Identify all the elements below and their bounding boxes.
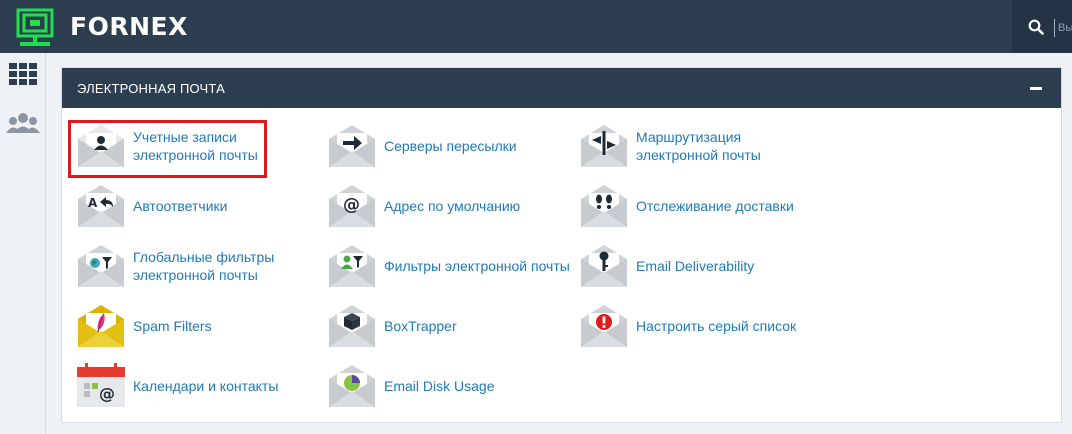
at-envelope-icon: @ — [329, 185, 375, 227]
svg-text:A: A — [88, 196, 98, 210]
svg-text:@: @ — [343, 195, 360, 215]
item-label[interactable]: Отслеживание доставки — [636, 179, 826, 233]
boxtrapper-item[interactable]: BoxTrapper — [327, 299, 567, 353]
svg-text:@: @ — [99, 384, 115, 403]
pie-envelope-icon — [329, 365, 375, 407]
item-label[interactable]: Фильтры электронной почты — [384, 239, 574, 293]
delivery-tracking-item[interactable]: Отслеживание доставки — [579, 179, 819, 233]
brand-name[interactable]: FORNEX — [70, 12, 188, 41]
global-filters-item[interactable]: Глобальные фильтры электронной почты — [76, 239, 316, 293]
calendars-item[interactable]: @ Календари и контакты — [76, 359, 316, 413]
users-icon — [6, 113, 40, 133]
panel-header: ЭЛЕКТРОННАЯ ПОЧТА — [62, 68, 1061, 108]
spam-filters-item[interactable]: Spam Filters — [76, 299, 316, 353]
alert-envelope-icon — [581, 305, 627, 347]
email-filters-item[interactable]: Фильтры электронной почты — [327, 239, 570, 293]
item-label[interactable]: Учетные записи электронной почты — [133, 119, 323, 173]
sidebar-item-tools[interactable] — [5, 59, 41, 91]
globe-filter-envelope-icon — [78, 245, 124, 287]
default-address-item[interactable]: @ Адрес по умолчанию — [327, 179, 567, 233]
email-routing-item[interactable]: Маршрутизация электронной почты — [579, 119, 819, 173]
disk-usage-item[interactable]: Email Disk Usage — [327, 359, 567, 413]
item-label[interactable]: Spam Filters — [133, 299, 323, 353]
box-envelope-icon — [329, 305, 375, 347]
sidebar — [0, 53, 46, 434]
footprints-envelope-icon — [581, 185, 627, 227]
item-label[interactable]: Email Deliverability — [636, 239, 826, 293]
arrow-envelope-icon — [329, 125, 375, 167]
feather-envelope-icon — [78, 305, 124, 347]
autoresponders-item[interactable]: A Автоответчики — [76, 179, 316, 233]
fornex-logo-icon[interactable] — [16, 8, 54, 48]
item-label[interactable]: Email Disk Usage — [384, 359, 574, 413]
item-label[interactable]: Глобальные фильтры электронной почты — [133, 239, 323, 293]
item-label[interactable]: Автоответчики — [133, 179, 323, 233]
item-label[interactable]: BoxTrapper — [384, 299, 574, 353]
search-icon[interactable] — [1028, 19, 1044, 35]
grid-icon — [9, 63, 37, 85]
item-label[interactable]: Серверы пересылки — [384, 119, 574, 173]
email-accounts-item[interactable]: Учетные записи электронной почты — [76, 119, 316, 173]
item-label[interactable]: Маршрутизация электронной почты — [636, 119, 826, 173]
collapse-button[interactable] — [1029, 80, 1043, 96]
key-envelope-icon — [581, 245, 627, 287]
calendar-icon: @ — [77, 363, 125, 407]
greylisting-item[interactable]: Настроить серый список — [579, 299, 819, 353]
email-deliverability-item[interactable]: Email Deliverability — [579, 239, 819, 293]
item-label[interactable]: Адрес по умолчанию — [384, 179, 574, 233]
panel-title: ЭЛЕКТРОННАЯ ПОЧТА — [77, 81, 225, 96]
forwarders-item[interactable]: Серверы пересылки — [327, 119, 567, 173]
user-filter-envelope-icon — [329, 245, 375, 287]
item-label[interactable]: Календари и контакты — [133, 359, 323, 413]
item-label[interactable]: Настроить серый список — [636, 299, 826, 353]
signpost-envelope-icon — [581, 125, 627, 167]
top-bar: FORNEX — [0, 0, 1072, 53]
user-envelope-icon — [78, 125, 124, 167]
search-input[interactable] — [1054, 19, 1072, 37]
reply-envelope-icon: A — [78, 185, 124, 227]
sidebar-item-users[interactable] — [5, 109, 41, 141]
